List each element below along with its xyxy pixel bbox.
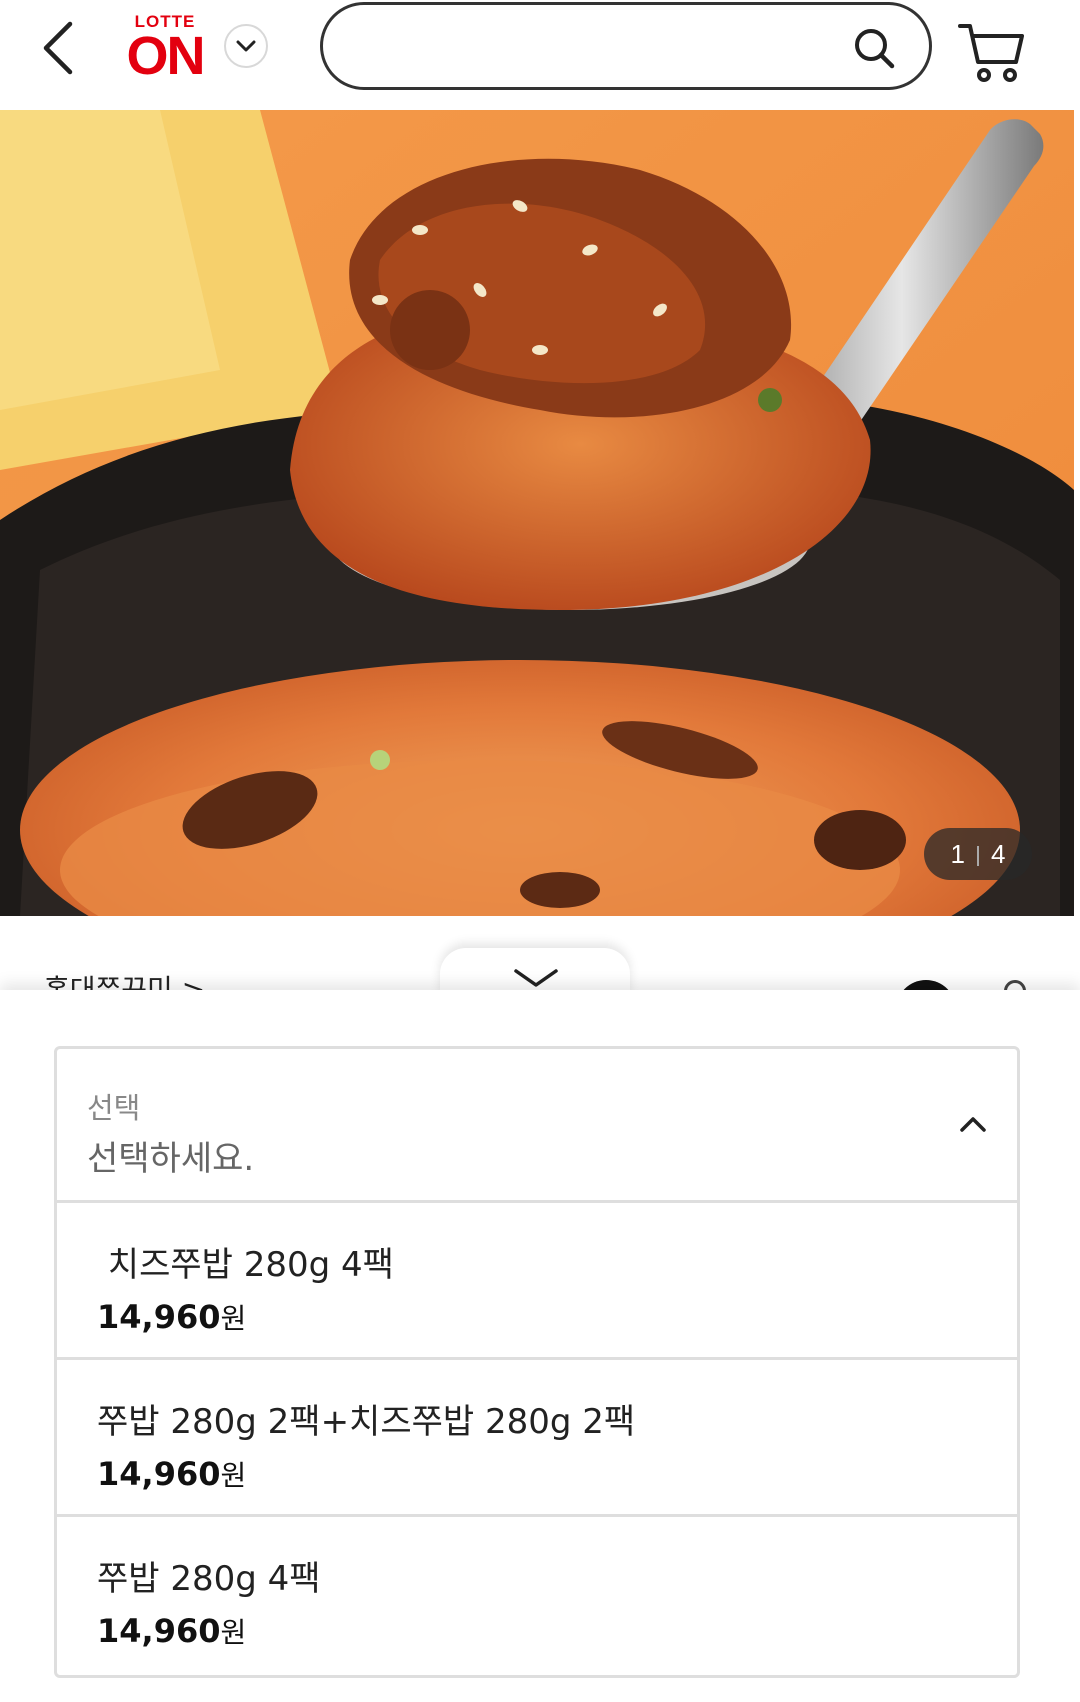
select-label: 선택 xyxy=(87,1091,141,1125)
top-header: LOTTE ON xyxy=(0,0,1080,110)
option-item[interactable]: 쭈밥 280g 2팩+치즈쭈밥 280g 2팩 14,960원 xyxy=(57,1360,1017,1517)
option-select-box: 선택 선택하세요. 치즈쭈밥 280g 4팩 14,960원 쭈밥 280g 2… xyxy=(54,1046,1020,1678)
logo-main-text: ON xyxy=(126,26,206,86)
option-price-unit: 원 xyxy=(220,1616,247,1649)
option-price-unit: 원 xyxy=(220,1302,247,1335)
option-price-value: 14,960 xyxy=(97,1298,221,1336)
counter-divider xyxy=(977,846,979,867)
image-counter-total: 4 xyxy=(991,839,1006,869)
search-icon[interactable] xyxy=(853,27,895,69)
option-price: 14,960원 xyxy=(97,1297,246,1337)
search-bar[interactable] xyxy=(320,2,932,90)
option-item[interactable]: 치즈쭈밥 280g 4팩 14,960원 xyxy=(57,1203,1017,1360)
option-price-value: 14,960 xyxy=(97,1455,221,1493)
image-counter-current: 1 xyxy=(950,839,965,869)
product-photo xyxy=(0,110,1074,916)
option-name: 쭈밥 280g 4팩 xyxy=(97,1559,321,1599)
product-image-carousel[interactable] xyxy=(0,110,1074,916)
option-item[interactable]: 쭈밥 280g 4팩 14,960원 xyxy=(57,1517,1017,1674)
option-price: 14,960원 xyxy=(97,1454,246,1494)
option-price: 14,960원 xyxy=(97,1611,246,1651)
cart-icon xyxy=(958,24,1024,82)
lotte-on-logo[interactable]: LOTTE ON xyxy=(120,12,220,86)
option-price-unit: 원 xyxy=(220,1459,247,1492)
option-name: 쭈밥 280g 2팩+치즈쭈밥 280g 2팩 xyxy=(97,1402,636,1442)
cart-button[interactable] xyxy=(958,20,1030,86)
chevron-up-icon xyxy=(960,1117,986,1132)
service-menu-toggle[interactable] xyxy=(224,24,268,68)
select-placeholder: 선택하세요. xyxy=(87,1139,255,1179)
brand-link[interactable]: 홍대쭈꾸미 > xyxy=(44,970,205,990)
chevron-left-icon xyxy=(43,21,73,75)
option-price-value: 14,960 xyxy=(97,1612,221,1650)
option-select-header[interactable]: 선택 선택하세요. xyxy=(57,1049,1017,1203)
chevron-down-icon xyxy=(514,969,558,987)
image-counter: 14 xyxy=(924,828,1032,880)
search-input[interactable] xyxy=(353,21,837,73)
option-name: 치즈쭈밥 280g 4팩 xyxy=(97,1245,394,1285)
back-button[interactable] xyxy=(38,18,88,78)
chevron-down-icon xyxy=(236,40,256,52)
